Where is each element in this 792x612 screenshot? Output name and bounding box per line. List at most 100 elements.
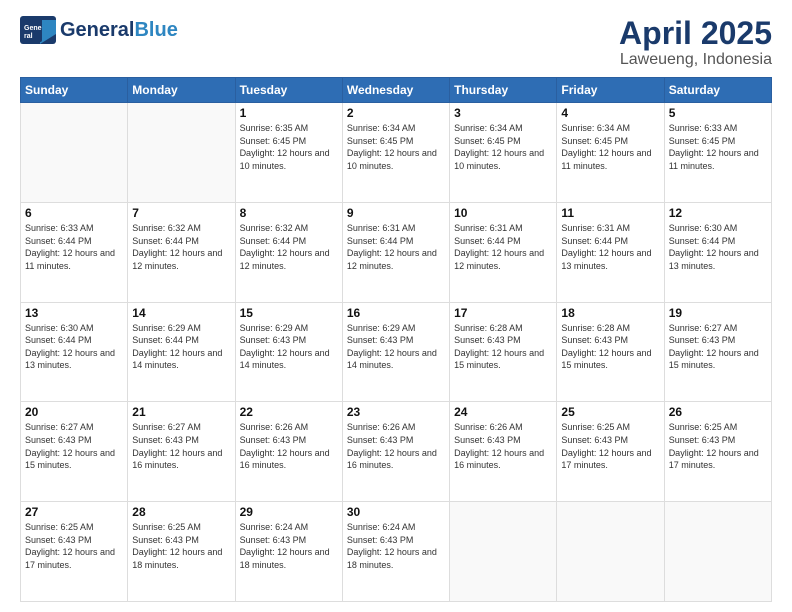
svg-text:Gene: Gene: [24, 25, 42, 32]
day-info: Sunrise: 6:27 AM Sunset: 6:43 PM Dayligh…: [669, 322, 767, 372]
calendar-title: April 2025: [619, 16, 772, 51]
day-number: 26: [669, 405, 767, 419]
day-number: 14: [132, 306, 230, 320]
day-number: 18: [561, 306, 659, 320]
day-info: Sunrise: 6:25 AM Sunset: 6:43 PM Dayligh…: [669, 421, 767, 471]
day-number: 22: [240, 405, 338, 419]
logo-icon: Gene ral: [20, 16, 56, 44]
day-number: 20: [25, 405, 123, 419]
day-info: Sunrise: 6:26 AM Sunset: 6:43 PM Dayligh…: [240, 421, 338, 471]
day-number: 17: [454, 306, 552, 320]
day-number: 10: [454, 206, 552, 220]
day-number: 9: [347, 206, 445, 220]
table-row: [664, 502, 771, 602]
day-info: Sunrise: 6:32 AM Sunset: 6:44 PM Dayligh…: [240, 222, 338, 272]
day-info: Sunrise: 6:32 AM Sunset: 6:44 PM Dayligh…: [132, 222, 230, 272]
table-row: 8 Sunrise: 6:32 AM Sunset: 6:44 PM Daylig…: [235, 202, 342, 302]
day-info: Sunrise: 6:25 AM Sunset: 6:43 PM Dayligh…: [25, 521, 123, 571]
table-row: 15Sunrise: 6:29 AM Sunset: 6:43 PM Dayli…: [235, 302, 342, 402]
table-row: 25 Sunrise: 6:25 AM Sunset: 6:43 PM Dayli…: [557, 402, 664, 502]
table-row: [557, 502, 664, 602]
day-number: 27: [25, 505, 123, 519]
table-row: 27 Sunrise: 6:25 AM Sunset: 6:43 PM Dayli…: [21, 502, 128, 602]
day-info: Sunrise: 6:34 AM Sunset: 6:45 PM Dayligh…: [347, 122, 445, 172]
table-row: 5Sunrise: 6:33 AM Sunset: 6:45 PM Daylig…: [664, 103, 771, 203]
table-row: 7 Sunrise: 6:32 AM Sunset: 6:44 PM Daylig…: [128, 202, 235, 302]
header: Gene ral GeneralBlue April 2025 Laweueng…: [20, 16, 772, 69]
table-row: [21, 103, 128, 203]
table-row: 18 Sunrise: 6:28 AM Sunset: 6:43 PM Dayli…: [557, 302, 664, 402]
day-number: 8: [240, 206, 338, 220]
day-number: 1: [240, 106, 338, 120]
day-info: Sunrise: 6:28 AM Sunset: 6:43 PM Dayligh…: [561, 322, 659, 372]
day-number: 6: [25, 206, 123, 220]
calendar-week-row: 6 Sunrise: 6:33 AM Sunset: 6:44 PM Daylig…: [21, 202, 772, 302]
day-info: Sunrise: 6:34 AM Sunset: 6:45 PM Dayligh…: [561, 122, 659, 172]
table-row: 3Sunrise: 6:34 AM Sunset: 6:45 PM Daylig…: [450, 103, 557, 203]
table-row: 29 Sunrise: 6:24 AM Sunset: 6:43 PM Dayli…: [235, 502, 342, 602]
calendar-week-row: 20 Sunrise: 6:27 AM Sunset: 6:43 PM Dayli…: [21, 402, 772, 502]
table-row: 23 Sunrise: 6:26 AM Sunset: 6:43 PM Dayli…: [342, 402, 449, 502]
table-row: [128, 103, 235, 203]
page: Gene ral GeneralBlue April 2025 Laweueng…: [0, 0, 792, 612]
table-row: 2 Sunrise: 6:34 AM Sunset: 6:45 PM Daylig…: [342, 103, 449, 203]
col-wednesday: Wednesday: [342, 78, 449, 103]
table-row: 1 Sunrise: 6:35 AM Sunset: 6:45 PM Daylig…: [235, 103, 342, 203]
day-info: Sunrise: 6:35 AM Sunset: 6:45 PM Dayligh…: [240, 122, 338, 172]
day-info: Sunrise: 6:24 AM Sunset: 6:43 PM Dayligh…: [240, 521, 338, 571]
table-row: 21 Sunrise: 6:27 AM Sunset: 6:43 PM Dayli…: [128, 402, 235, 502]
logo-text-line1: GeneralBlue: [60, 19, 178, 41]
col-friday: Friday: [557, 78, 664, 103]
table-row: 11 Sunrise: 6:31 AM Sunset: 6:44 PM Dayli…: [557, 202, 664, 302]
day-info: Sunrise: 6:30 AM Sunset: 6:44 PM Dayligh…: [669, 222, 767, 272]
table-row: 22 Sunrise: 6:26 AM Sunset: 6:43 PM Dayli…: [235, 402, 342, 502]
day-info: Sunrise: 6:29 AM Sunset: 6:43 PM Dayligh…: [347, 322, 445, 372]
table-row: 13Sunrise: 6:30 AM Sunset: 6:44 PM Dayli…: [21, 302, 128, 402]
day-number: 5: [669, 106, 767, 120]
table-row: [450, 502, 557, 602]
day-number: 30: [347, 505, 445, 519]
svg-text:ral: ral: [24, 33, 33, 40]
table-row: 24Sunrise: 6:26 AM Sunset: 6:43 PM Dayli…: [450, 402, 557, 502]
table-row: 20 Sunrise: 6:27 AM Sunset: 6:43 PM Dayli…: [21, 402, 128, 502]
day-info: Sunrise: 6:25 AM Sunset: 6:43 PM Dayligh…: [561, 421, 659, 471]
day-number: 19: [669, 306, 767, 320]
calendar-subtitle: Laweueng, Indonesia: [619, 51, 772, 69]
day-number: 21: [132, 405, 230, 419]
day-number: 3: [454, 106, 552, 120]
day-info: Sunrise: 6:27 AM Sunset: 6:43 PM Dayligh…: [25, 421, 123, 471]
day-number: 28: [132, 505, 230, 519]
col-saturday: Saturday: [664, 78, 771, 103]
day-number: 4: [561, 106, 659, 120]
table-row: 26 Sunrise: 6:25 AM Sunset: 6:43 PM Dayli…: [664, 402, 771, 502]
day-info: Sunrise: 6:24 AM Sunset: 6:43 PM Dayligh…: [347, 521, 445, 571]
day-number: 2: [347, 106, 445, 120]
day-info: Sunrise: 6:29 AM Sunset: 6:43 PM Dayligh…: [240, 322, 338, 372]
day-number: 25: [561, 405, 659, 419]
day-info: Sunrise: 6:31 AM Sunset: 6:44 PM Dayligh…: [454, 222, 552, 272]
day-number: 29: [240, 505, 338, 519]
calendar-week-row: 27 Sunrise: 6:25 AM Sunset: 6:43 PM Dayli…: [21, 502, 772, 602]
day-number: 23: [347, 405, 445, 419]
day-info: Sunrise: 6:31 AM Sunset: 6:44 PM Dayligh…: [561, 222, 659, 272]
day-number: 11: [561, 206, 659, 220]
table-row: 28 Sunrise: 6:25 AM Sunset: 6:43 PM Dayli…: [128, 502, 235, 602]
title-block: April 2025 Laweueng, Indonesia: [619, 16, 772, 69]
day-info: Sunrise: 6:26 AM Sunset: 6:43 PM Dayligh…: [454, 421, 552, 471]
table-row: 6 Sunrise: 6:33 AM Sunset: 6:44 PM Daylig…: [21, 202, 128, 302]
day-number: 7: [132, 206, 230, 220]
table-row: 19 Sunrise: 6:27 AM Sunset: 6:43 PM Dayli…: [664, 302, 771, 402]
calendar-week-row: 1 Sunrise: 6:35 AM Sunset: 6:45 PM Daylig…: [21, 103, 772, 203]
col-monday: Monday: [128, 78, 235, 103]
table-row: 9Sunrise: 6:31 AM Sunset: 6:44 PM Daylig…: [342, 202, 449, 302]
calendar-table: Sunday Monday Tuesday Wednesday Thursday…: [20, 77, 772, 602]
day-info: Sunrise: 6:29 AM Sunset: 6:44 PM Dayligh…: [132, 322, 230, 372]
day-info: Sunrise: 6:33 AM Sunset: 6:44 PM Dayligh…: [25, 222, 123, 272]
table-row: 16Sunrise: 6:29 AM Sunset: 6:43 PM Dayli…: [342, 302, 449, 402]
day-info: Sunrise: 6:30 AM Sunset: 6:44 PM Dayligh…: [25, 322, 123, 372]
table-row: 17Sunrise: 6:28 AM Sunset: 6:43 PM Dayli…: [450, 302, 557, 402]
day-info: Sunrise: 6:25 AM Sunset: 6:43 PM Dayligh…: [132, 521, 230, 571]
day-info: Sunrise: 6:27 AM Sunset: 6:43 PM Dayligh…: [132, 421, 230, 471]
table-row: 14 Sunrise: 6:29 AM Sunset: 6:44 PM Dayli…: [128, 302, 235, 402]
day-info: Sunrise: 6:26 AM Sunset: 6:43 PM Dayligh…: [347, 421, 445, 471]
